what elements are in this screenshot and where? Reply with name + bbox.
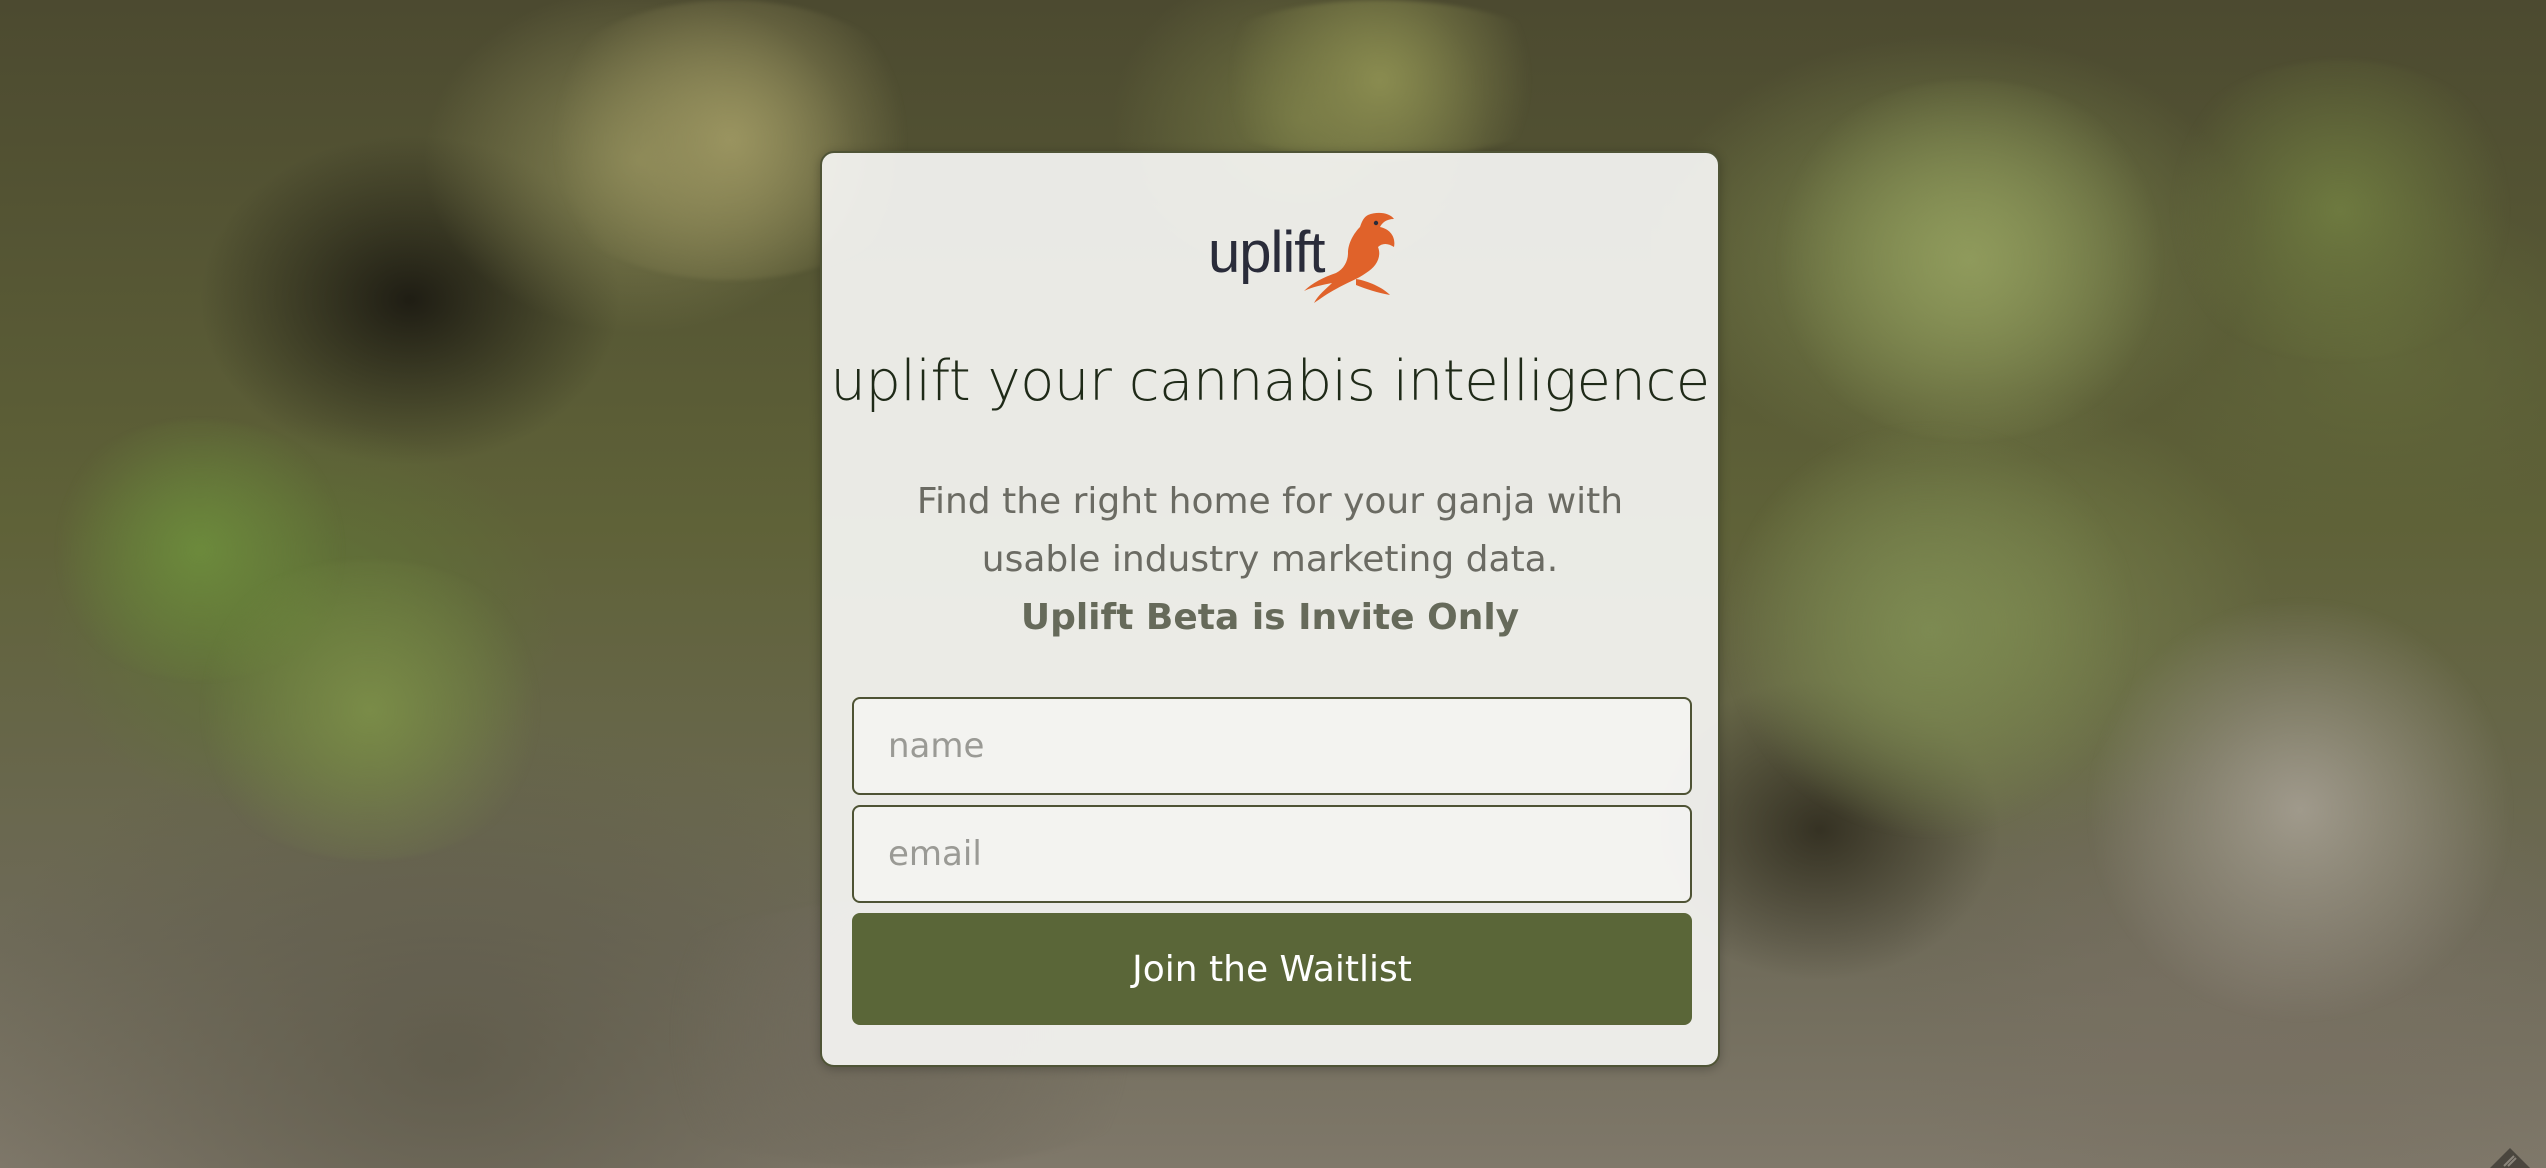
description-line-1: Find the right home for your ganja with — [916, 481, 1624, 522]
landing-page: uplift uplift your cannabis intelligence… — [0, 0, 2546, 1168]
email-input[interactable] — [852, 805, 1692, 903]
logo: uplift — [822, 209, 1718, 309]
background-blob — [2080, 600, 2520, 1020]
bird-icon — [1304, 212, 1395, 303]
background-blob — [1180, 0, 1580, 160]
description-line-2: usable industry marketing data. — [981, 539, 1559, 580]
signup-card: uplift uplift your cannabis intelligence… — [820, 151, 1720, 1067]
description: Find the right home for your ganja with … — [822, 473, 1718, 647]
background-blob — [1720, 420, 2140, 840]
background-blob — [2150, 60, 2530, 360]
background-blob — [1760, 80, 2180, 440]
logo-mark: uplift — [1170, 209, 1395, 309]
invite-only-note: Uplift Beta is Invite Only — [1020, 597, 1520, 638]
name-input[interactable] — [852, 697, 1692, 795]
join-waitlist-button[interactable]: Join the Waitlist — [852, 913, 1692, 1025]
background-blob — [180, 560, 560, 860]
page-title: uplift your cannabis intelligence — [830, 349, 1710, 414]
diamond-badge-icon — [2490, 1148, 2530, 1168]
